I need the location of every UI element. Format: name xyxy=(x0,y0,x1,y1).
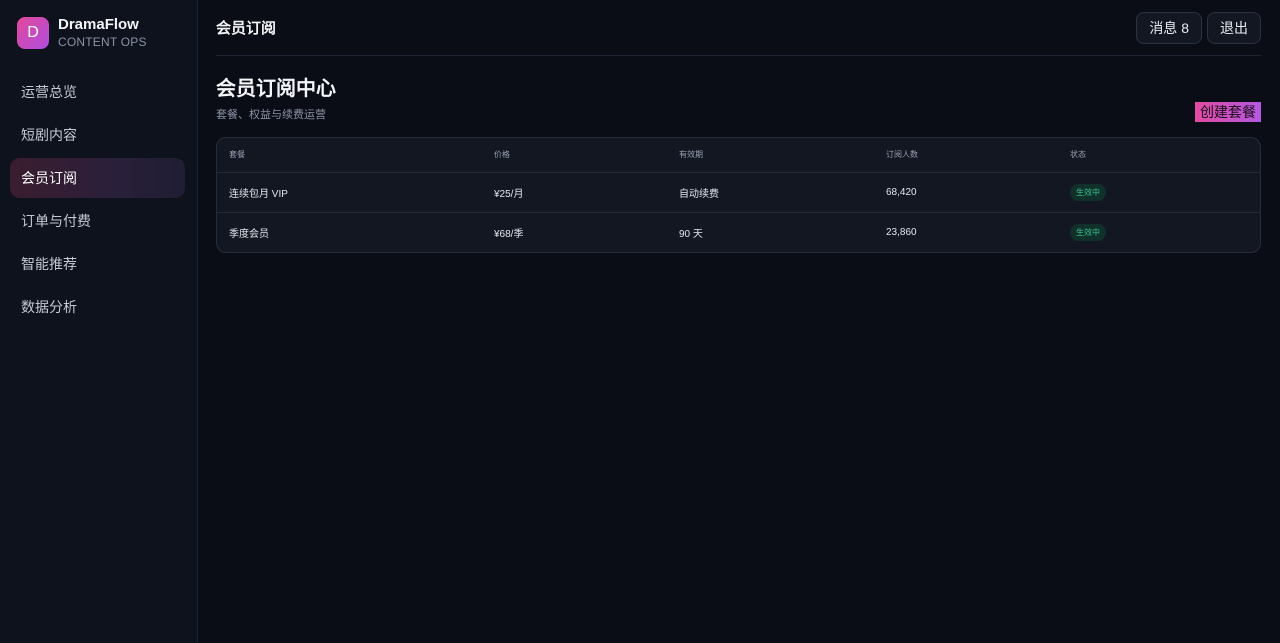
page-subtitle: 套餐、权益与续费运营 xyxy=(216,109,326,121)
column-header-subscribers: 订阅人数 xyxy=(874,138,1058,173)
top-bar: 会员订阅 消息 8 退出 xyxy=(216,0,1261,56)
cell-plan: 季度会员 xyxy=(217,211,482,252)
brand: D DramaFlow CONTENT OPS xyxy=(17,16,185,50)
cell-status: 生效中 xyxy=(1058,172,1260,212)
table-header-row: 套餐 价格 有效期 订阅人数 状态 xyxy=(217,138,1260,173)
create-plan-button[interactable]: 创建套餐 xyxy=(1195,102,1261,122)
column-header-plan: 套餐 xyxy=(217,138,482,173)
brand-subtitle: CONTENT OPS xyxy=(58,35,147,49)
sidebar-item-overview[interactable]: 运营总览 xyxy=(10,72,185,112)
table-row[interactable]: 连续包月 VIP ¥25/月 自动续费 68,420 生效中 xyxy=(217,172,1260,212)
messages-button[interactable]: 消息 8 xyxy=(1136,11,1202,44)
brand-logo: D xyxy=(17,17,49,49)
cell-subscribers: 23,860 xyxy=(874,211,1058,252)
sidebar-item-analytics[interactable]: 数据分析 xyxy=(10,287,185,327)
cell-price: ¥68/季 xyxy=(482,211,667,252)
brand-name: DramaFlow xyxy=(58,16,139,33)
status-badge: 生效中 xyxy=(1070,223,1106,241)
cell-status: 生效中 xyxy=(1058,211,1260,252)
cell-subscribers: 68,420 xyxy=(886,186,917,198)
plans-table-card: 套餐 价格 有效期 订阅人数 状态 连续包月 VIP ¥25/月 自动续费 68… xyxy=(216,137,1261,253)
cell-plan: 连续包月 VIP xyxy=(229,188,288,200)
sidebar: D DramaFlow CONTENT OPS 运营总览 短剧内容 会员订阅 订… xyxy=(0,0,198,643)
column-header-price: 价格 xyxy=(482,138,667,173)
column-header-status: 状态 xyxy=(1058,138,1260,173)
cell-validity: 自动续费 xyxy=(679,188,719,200)
sidebar-nav: 运营总览 短剧内容 会员订阅 订单与付费 智能推荐 数据分析 xyxy=(10,72,185,330)
header-title: 会员订阅 xyxy=(216,20,277,37)
sidebar-item-short-drama[interactable]: 短剧内容 xyxy=(10,115,185,155)
plans-table: 套餐 价格 有效期 订阅人数 状态 连续包月 VIP ¥25/月 自动续费 68… xyxy=(217,138,1260,252)
page-header: 会员订阅中心 套餐、权益与续费运营 创建套餐 xyxy=(216,76,1261,122)
brand-text: DramaFlow CONTENT OPS xyxy=(58,16,147,50)
app-root: D DramaFlow CONTENT OPS 运营总览 短剧内容 会员订阅 订… xyxy=(0,0,1280,643)
logout-button[interactable]: 退出 xyxy=(1207,11,1261,44)
cell-price: ¥25/月 xyxy=(494,188,524,200)
sidebar-item-orders[interactable]: 订单与付费 xyxy=(10,201,185,241)
cell-validity: 90 天 xyxy=(667,211,874,252)
column-header-validity: 有效期 xyxy=(667,138,874,173)
page-title: 会员订阅中心 xyxy=(216,78,336,100)
status-badge: 生效中 xyxy=(1070,183,1106,201)
page-heading-group: 会员订阅中心 套餐、权益与续费运营 xyxy=(216,76,336,122)
sidebar-item-recommendation[interactable]: 智能推荐 xyxy=(10,244,185,284)
sidebar-item-membership[interactable]: 会员订阅 xyxy=(10,158,185,198)
main-content: 会员订阅 消息 8 退出 会员订阅中心 套餐、权益与续费运营 创建套餐 套餐 价… xyxy=(198,0,1280,643)
header-actions: 消息 8 退出 xyxy=(1136,11,1261,44)
table-row[interactable]: 季度会员 ¥68/季 90 天 23,860 生效中 xyxy=(217,211,1260,252)
